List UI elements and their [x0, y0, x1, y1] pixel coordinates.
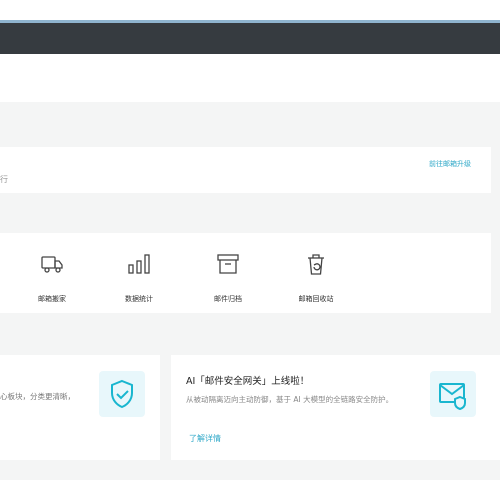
feature-card-ai-gateway: AI「邮件安全网关」上线啦！ 从被动隔离迈向主动防御，基于 AI 大模型的全链路… [171, 355, 500, 460]
tool-mail-archive[interactable]: 邮件归档 [193, 251, 263, 304]
go-upgrade-link[interactable]: 前往邮箱升级 [429, 159, 471, 169]
tool-mailbox-recycle-bin[interactable]: 邮箱回收站 [281, 251, 351, 304]
shield-check-icon-box [99, 371, 145, 417]
learn-more-link[interactable]: 了解详情 [189, 433, 221, 444]
feature-left-text: 心板块，分类更清晰， [0, 392, 75, 401]
mail-shield-icon-box [430, 371, 476, 417]
tool-label: 邮件归档 [214, 295, 242, 303]
tool-label: 邮箱回收站 [298, 295, 334, 303]
tools-card: 邮箱搬家 数据统计 邮件归档 邮箱回收站 [0, 233, 491, 313]
feature-card-left: 心板块，分类更清晰， [0, 355, 160, 460]
truck-icon [41, 256, 63, 273]
recycle-bin-icon [308, 254, 324, 275]
feature-title: AI「邮件安全网关」上线啦！ [186, 376, 310, 387]
top-navigation-bar [0, 23, 500, 54]
upgrade-card: 行 前往邮箱升级 [0, 147, 491, 193]
upgrade-card-text: 行 [0, 175, 8, 184]
tool-label: 邮箱搬家 [38, 295, 66, 303]
tool-data-statistics[interactable]: 数据统计 [104, 251, 174, 304]
archive-box-icon [217, 254, 239, 274]
shield-check-icon [111, 379, 133, 409]
bar-chart-icon [128, 254, 150, 274]
feature-description: 从被动隔离迈向主动防御，基于 AI 大模型的全链路安全防护。 [186, 395, 394, 404]
tool-label: 数据统计 [125, 295, 153, 303]
mail-shield-icon [439, 383, 466, 411]
tool-mailbox-migration[interactable]: 邮箱搬家 [17, 251, 87, 304]
